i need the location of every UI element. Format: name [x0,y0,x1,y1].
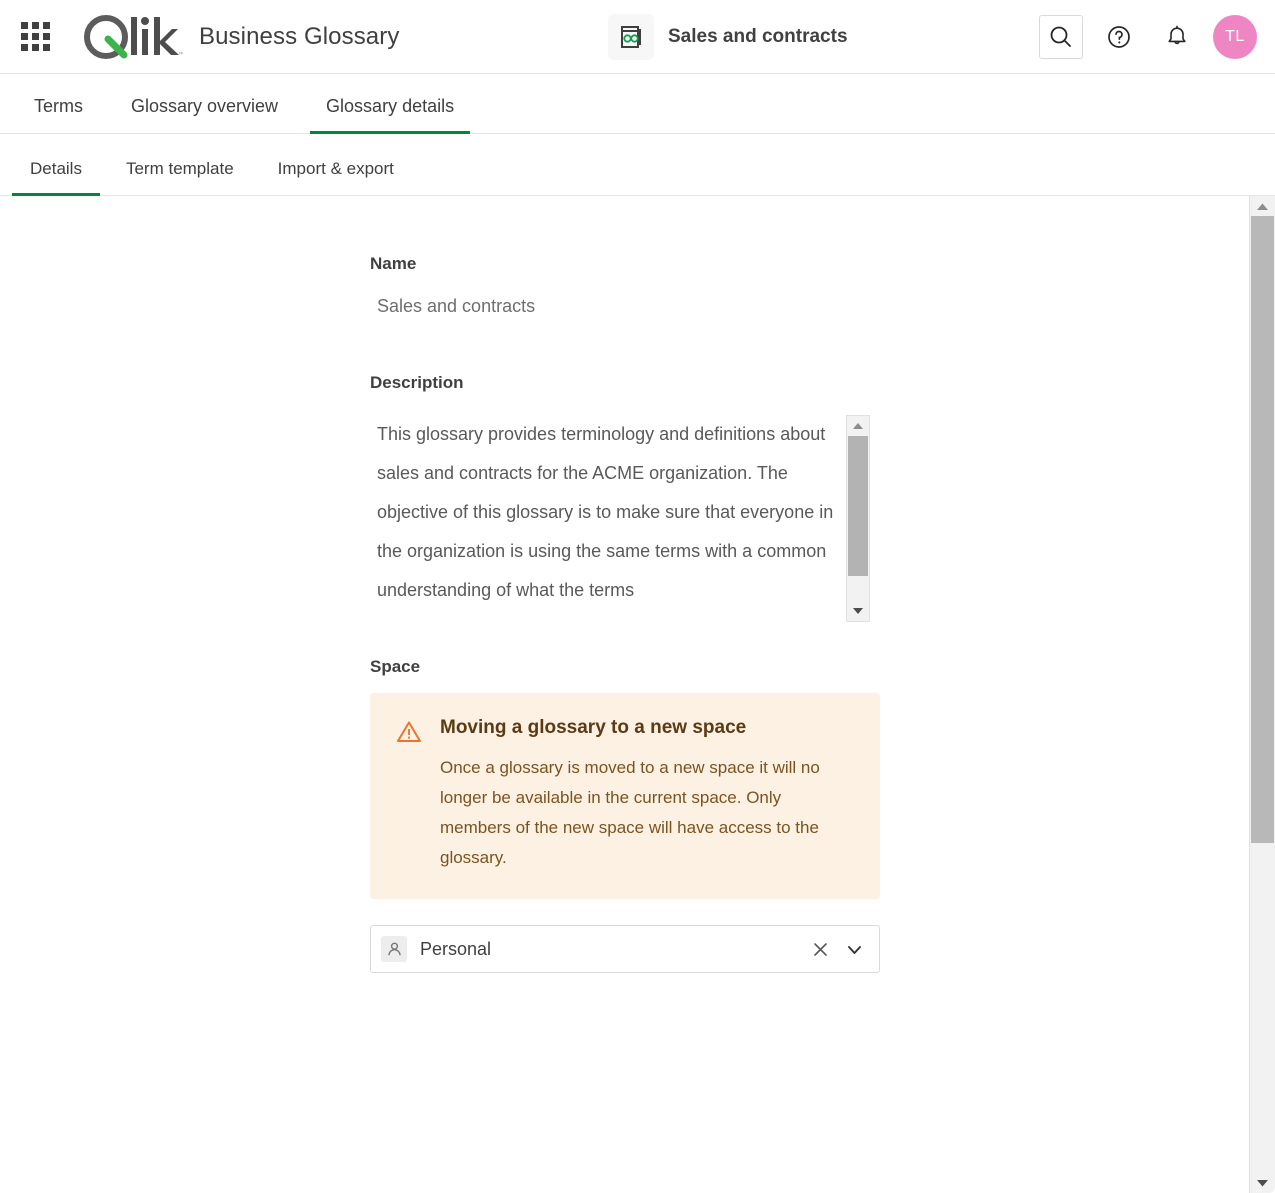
secondary-tab-bar: Details Term template Import & export [0,134,1275,196]
name-label: Name [370,254,890,274]
tab-details[interactable]: Details [12,159,100,196]
glossary-book-icon [608,14,654,60]
space-select-value: Personal [420,939,807,960]
space-label: Space [370,657,890,677]
tab-glossary-overview[interactable]: Glossary overview [115,96,294,134]
page-scroll-down-icon[interactable] [1250,1173,1275,1193]
space-select[interactable]: Personal [370,925,880,973]
warning-body: Once a glossary is moved to a new space … [440,753,854,873]
chevron-down-icon[interactable] [841,936,867,962]
search-icon[interactable] [1039,15,1083,59]
help-icon[interactable] [1097,15,1141,59]
glossary-title: Sales and contracts [668,26,848,48]
description-scrollbar[interactable] [846,415,870,622]
warning-title: Moving a glossary to a new space [440,717,854,739]
tab-terms[interactable]: Terms [18,96,99,134]
glossary-details-form: Name Sales and contracts Description Thi… [370,254,890,973]
bell-icon[interactable] [1155,15,1199,59]
scrollbar-track[interactable] [847,436,869,601]
glossary-breadcrumb[interactable]: Sales and contracts [608,14,848,60]
scrollbar-thumb[interactable] [848,436,868,576]
top-header: ™ Business Glossary Sales and contracts [0,0,1275,74]
tab-term-template[interactable]: Term template [108,159,252,196]
tab-glossary-details[interactable]: Glossary details [310,96,470,134]
space-warning-callout: Moving a glossary to a new space Once a … [370,693,880,899]
description-field[interactable]: This glossary provides terminology and d… [370,415,880,625]
scroll-up-icon[interactable] [847,416,869,436]
description-label: Description [370,373,890,393]
application-window: ™ Business Glossary Sales and contracts [0,0,1275,1193]
tab-import-export[interactable]: Import & export [260,159,412,196]
avatar[interactable]: TL [1213,15,1257,59]
description-value: This glossary provides terminology and d… [370,415,840,615]
svg-text:™: ™ [178,51,183,58]
header-actions: TL [1039,0,1257,74]
person-icon [381,936,407,962]
page-scroll-up-icon[interactable] [1250,196,1275,216]
qlik-logo[interactable]: ™ [79,13,183,61]
page-title: Business Glossary [199,23,399,51]
name-value: Sales and contracts [370,296,890,317]
grid-icon[interactable] [17,19,53,55]
warning-triangle-icon [396,717,422,873]
close-icon[interactable] [807,936,833,962]
details-panel: Name Sales and contracts Description Thi… [0,196,1275,1193]
primary-tab-bar: Terms Glossary overview Glossary details [0,74,1275,134]
page-scrollbar[interactable] [1249,196,1275,1193]
page-scrollbar-thumb[interactable] [1251,216,1274,843]
scroll-down-icon[interactable] [847,601,869,621]
